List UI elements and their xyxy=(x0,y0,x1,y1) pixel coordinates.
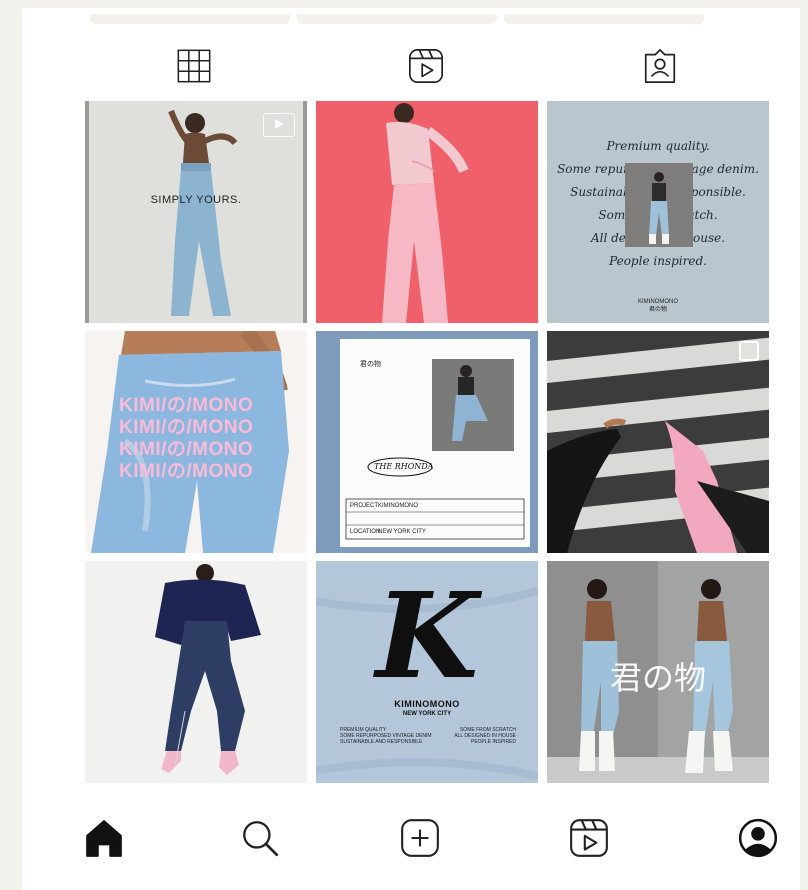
post-thumbnail[interactable] xyxy=(316,101,538,323)
brand-city: NEW YORK CITY xyxy=(402,711,452,717)
reel-icon xyxy=(263,113,295,137)
post-overlay-text: KIMI/の/MONO KIMI/の/MONO KIMI/の/MONO KIMI… xyxy=(119,395,254,482)
card-field-label: LOCATION xyxy=(350,529,381,535)
brand-details-left: PREMIUM QUALITY SOME REPURPOSED VINTAGE … xyxy=(340,727,432,745)
post-thumbnail[interactable]: 君の物 xyxy=(547,561,769,783)
card-name: THE RHONDA xyxy=(374,462,434,471)
search-icon xyxy=(243,821,279,857)
crosswalk-photo xyxy=(547,331,769,553)
post-brand: KIMINOMONO 君の物 xyxy=(638,299,678,313)
brand-details-right: SOME FROM SCRATCH ALL DESIGNED IN HOUSE … xyxy=(454,727,516,745)
home-icon xyxy=(86,820,122,857)
nav-profile[interactable] xyxy=(734,814,782,862)
bottom-navigation xyxy=(22,814,800,874)
grid-icon xyxy=(177,49,211,83)
card-field-value: NEW YORK CITY xyxy=(378,529,426,535)
nav-search[interactable] xyxy=(236,814,284,862)
nav-create[interactable] xyxy=(396,814,444,862)
post-thumbnail[interactable]: 君の物 THE RHONDA PROJECT KIMINOMONO LOCATI… xyxy=(316,331,538,553)
tab-reels[interactable] xyxy=(406,46,446,86)
brand-name: KIMINOMONO xyxy=(394,699,460,709)
brand-letter: K xyxy=(375,566,479,705)
post-thumbnail[interactable]: SIMPLY YOURS. xyxy=(85,101,307,323)
create-post-icon xyxy=(401,819,439,857)
post-overlay-text: SIMPLY YOURS. xyxy=(150,194,242,206)
posts-grid: SIMPLY YOURS. Premium quality. Some repu… xyxy=(85,101,770,783)
header-remnant xyxy=(504,14,704,24)
model-photo xyxy=(155,564,261,775)
spec-card xyxy=(316,331,538,553)
post-thumbnail[interactable] xyxy=(547,331,769,553)
reels-icon xyxy=(408,48,444,84)
nav-reels[interactable] xyxy=(565,814,613,862)
tagged-icon xyxy=(644,48,676,84)
post-thumbnail[interactable]: KIMI/の/MONO KIMI/の/MONO KIMI/の/MONO KIMI… xyxy=(85,331,307,553)
header-remnant xyxy=(90,14,290,24)
reels-icon xyxy=(570,819,608,857)
post-thumbnail[interactable] xyxy=(85,561,307,783)
card-field-value: KIMINOMONO xyxy=(378,503,418,509)
inset-photo xyxy=(625,163,693,247)
header-remnant xyxy=(297,14,497,24)
model-photo xyxy=(382,103,469,323)
profile-tab-bar xyxy=(22,46,800,92)
post-thumbnail[interactable]: Premium quality. Some repurposed vintage… xyxy=(547,101,769,323)
card-field-label: PROJECT xyxy=(350,503,379,509)
post-overlay-text: 君の物 xyxy=(609,659,706,697)
tab-tagged[interactable] xyxy=(640,46,680,86)
profile-icon xyxy=(738,818,778,858)
card-title: 君の物 xyxy=(360,361,381,368)
post-thumbnail[interactable]: K KIMINOMONO NEW YORK CITY PREMIUM QUALI… xyxy=(316,561,538,783)
nav-home[interactable] xyxy=(80,814,128,862)
profile-screen: SIMPLY YOURS. Premium quality. Some repu… xyxy=(22,8,800,890)
tab-posts[interactable] xyxy=(174,46,214,86)
multiple-icon xyxy=(739,341,759,361)
